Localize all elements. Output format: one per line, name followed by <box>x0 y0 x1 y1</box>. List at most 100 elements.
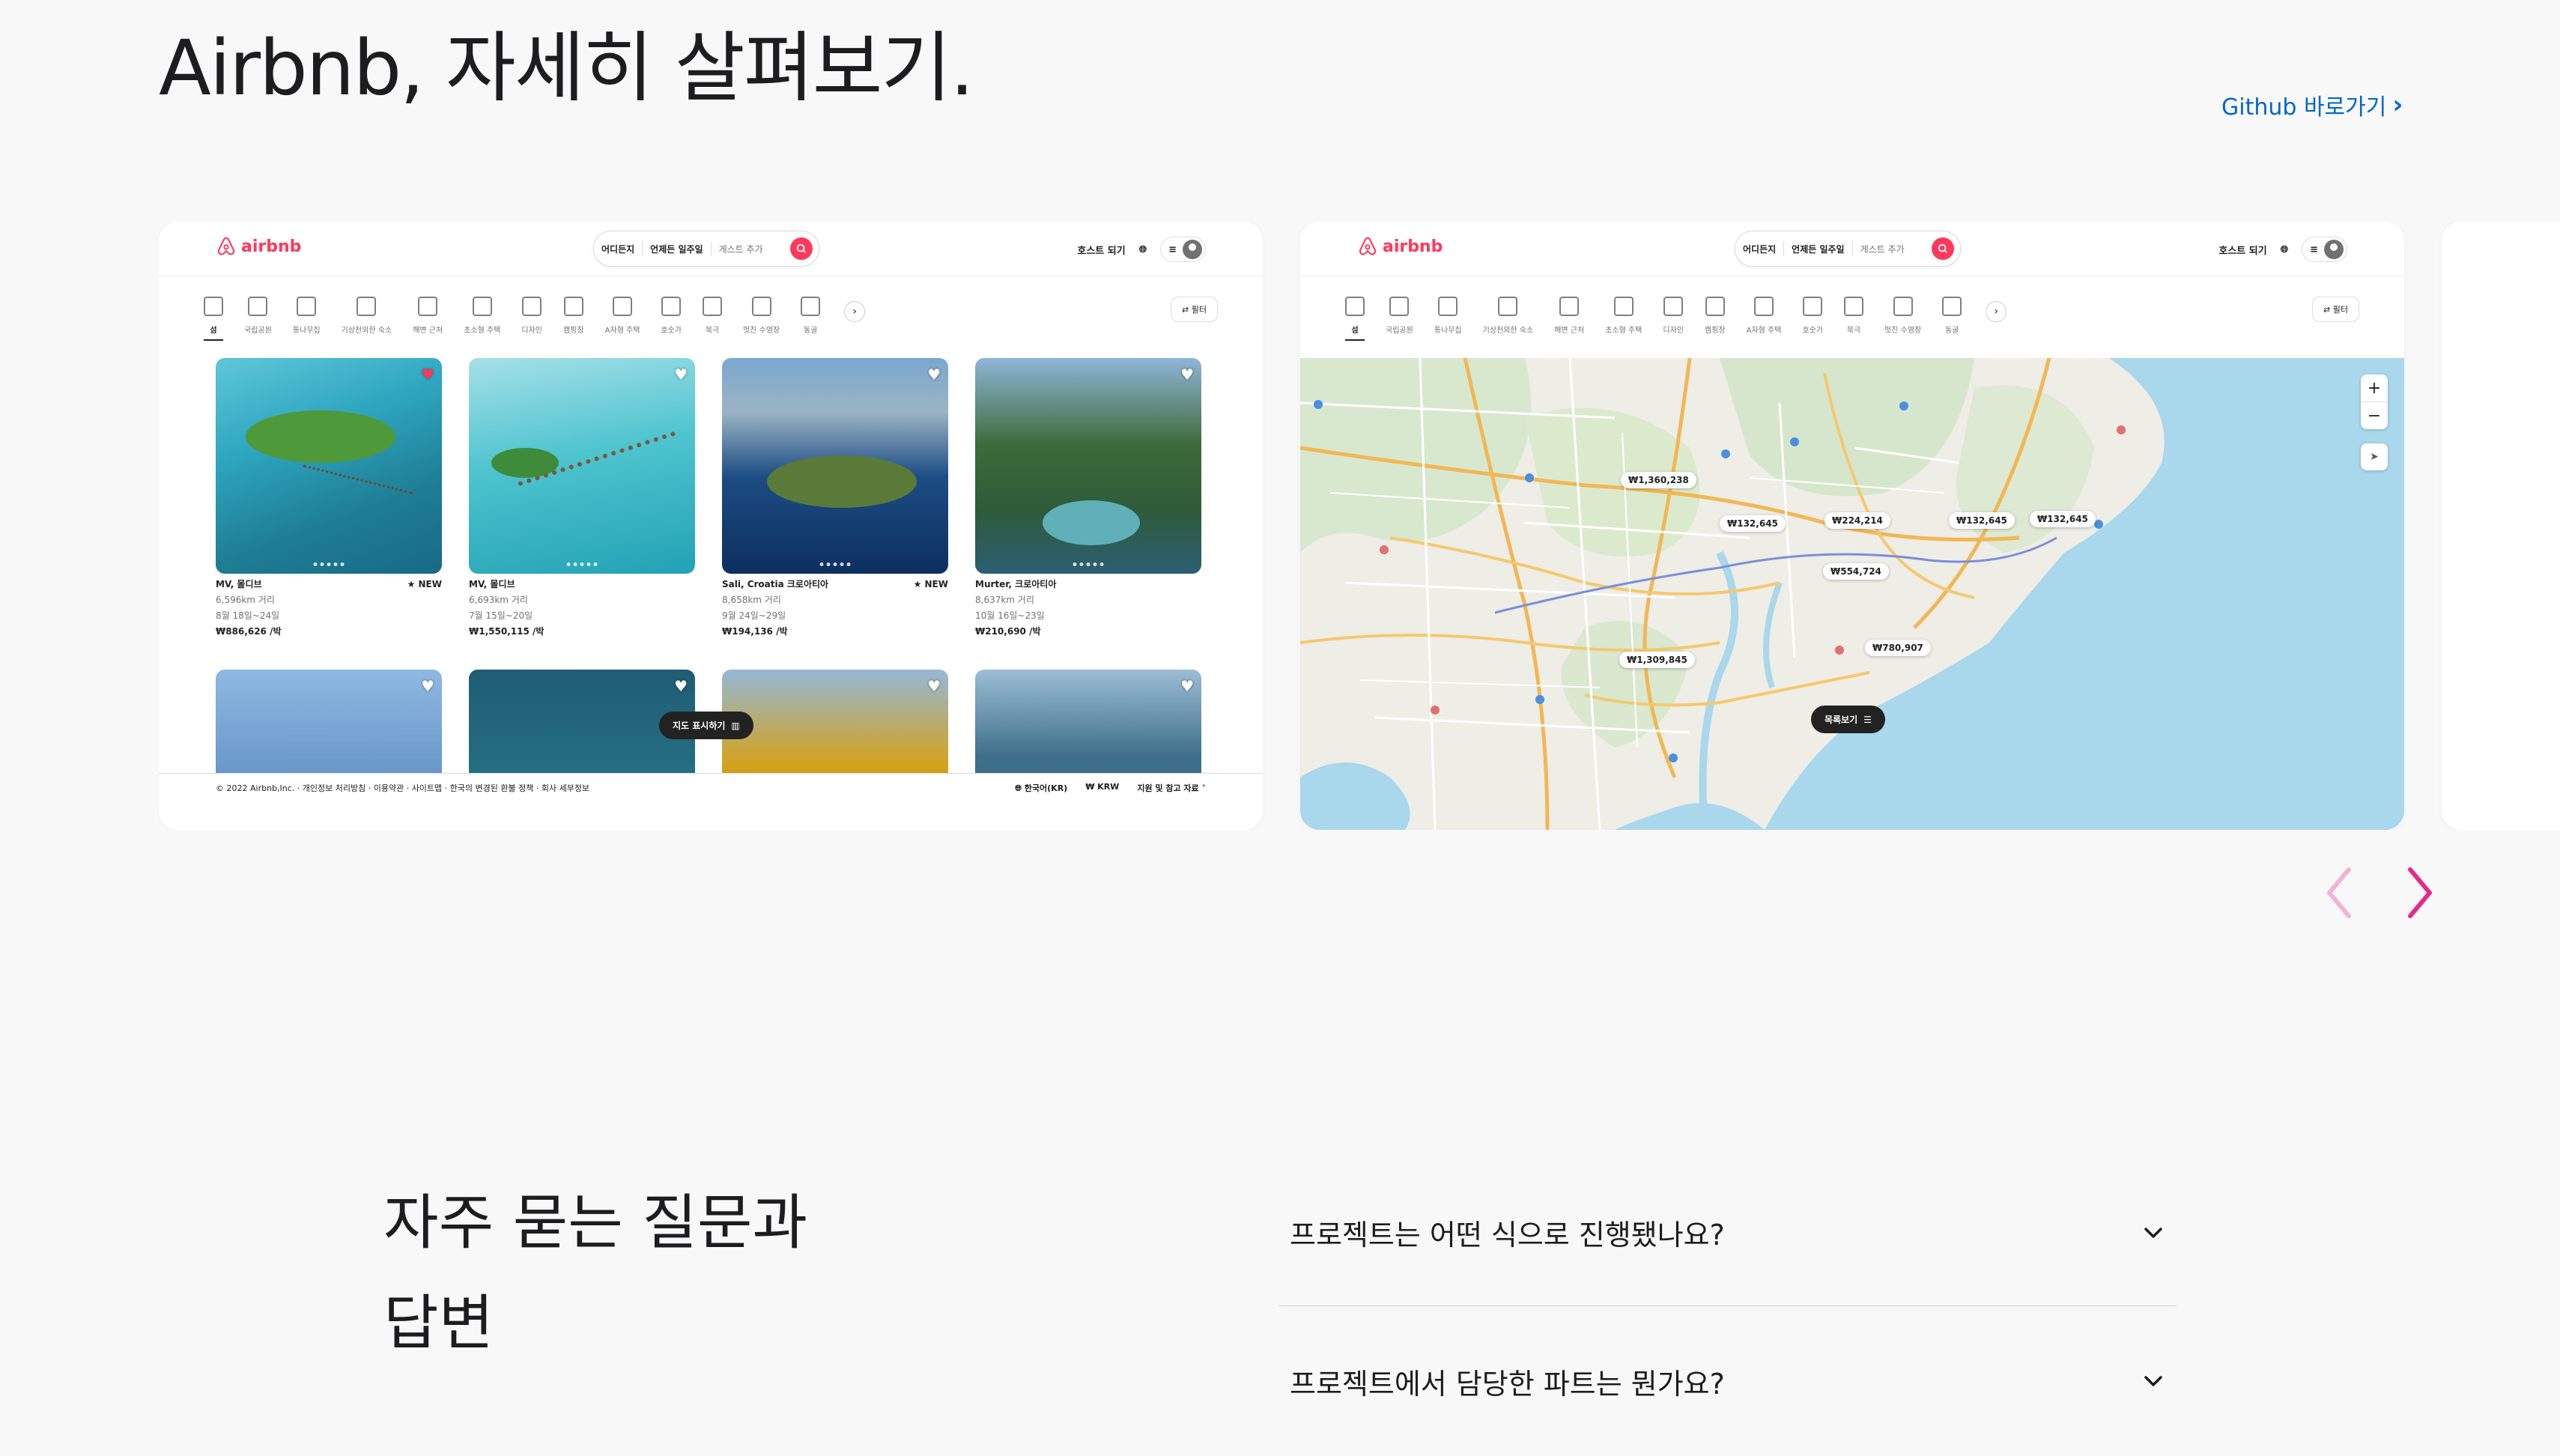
heart-icon: ♥ <box>1180 365 1194 383</box>
carousel-next-button[interactable] <box>2397 861 2442 924</box>
category-item: 통나무집 <box>293 297 321 335</box>
avatar <box>1183 240 1202 259</box>
user-menu: ≡ <box>1160 237 1206 262</box>
chevron-right-icon: › <box>844 301 866 322</box>
search-when: 언제든 일주일 <box>1792 243 1845 255</box>
category-icon <box>801 297 821 316</box>
listing-badge: ★ NEW <box>407 579 442 589</box>
category-icon <box>1942 297 1962 316</box>
heart-icon: ♥ <box>674 677 688 695</box>
listing-photo: ♥ <box>469 358 695 574</box>
host-link: 호스트 되기 <box>2218 245 2267 257</box>
chevron-down-icon <box>2141 1220 2166 1246</box>
category-item: 동굴 <box>1942 297 1962 335</box>
map-price-marker: ₩132,645 <box>2030 511 2096 527</box>
listing-photo: ♥ <box>722 358 948 574</box>
faq-question: 프로젝트에서 담당한 파트는 뭔가요? <box>1290 1367 1725 1401</box>
category-item: 북극 <box>1844 297 1864 335</box>
category-bar: 섬 국립공원 통나무집 기상천외한 숙소 해변 근처 초소형 주택 디자인 캠핑… <box>204 297 1218 349</box>
chevron-right-icon: › <box>2392 90 2403 120</box>
map-toggle-button: 지도 표시하기 ▥ <box>659 712 753 739</box>
listing-card: ♥ Sali, Croatia 크로아티아 ★ NEW 8,658km 거리 9월… <box>722 358 948 640</box>
carousel-slide-next-peek[interactable] <box>2442 222 2560 830</box>
airbnb-logo-text: airbnb <box>1383 237 1443 256</box>
category-icon <box>1663 297 1684 316</box>
category-icon <box>418 297 438 316</box>
search-icon <box>790 237 813 260</box>
heart-icon: ♥ <box>674 365 688 383</box>
map-view: ₩1,360,238 ₩132,645 ₩224,214 ₩132,645 ₩1… <box>1300 358 2404 830</box>
search-where: 어디든지 <box>1743 243 1777 255</box>
carousel-prev-button[interactable] <box>2317 861 2362 924</box>
carousel-slide-listings[interactable]: airbnb 어디든지 언제든 일주일 게스트 추가 호스트 되기 🌐︎ ≡ 섬… <box>159 222 1263 830</box>
category-item: 해변 근처 <box>413 297 443 335</box>
carousel-slide-map[interactable]: airbnb 어디든지 언제든 일주일 게스트 추가 호스트 되기 🌐︎ ≡ 섬… <box>1300 222 2404 830</box>
footer-support: 지원 및 참고 자료 ˄ <box>1137 783 1206 793</box>
hamburger-icon: ≡ <box>1168 243 1177 255</box>
airbnb-logo-icon <box>1359 237 1377 255</box>
category-icon <box>472 297 492 316</box>
footer-currency: ₩ KRW <box>1085 782 1120 792</box>
category-item: 호숫가 <box>661 297 682 335</box>
search-guests: 게스트 추가 <box>1860 243 1905 255</box>
listing-dates: 9월 24일~29일 <box>722 610 786 621</box>
category-icon <box>703 297 723 316</box>
airbnb-header-right: 호스트 되기 🌐︎ ≡ <box>2218 237 2347 262</box>
chevron-right-icon <box>2408 867 2432 918</box>
map-price-marker: ₩1,360,238 <box>1621 472 1696 488</box>
globe-icon: 🌐︎ <box>2280 243 2289 255</box>
category-item: 초소형 주택 <box>464 297 500 335</box>
faq-item[interactable]: 프로젝트에서 담당한 파트는 뭔가요? <box>1279 1306 2177 1456</box>
category-icon <box>1893 297 1913 316</box>
listing-title: MV, 몰디브 <box>469 579 515 589</box>
map-price-marker: ₩780,907 <box>1865 640 1931 656</box>
search-guests: 게스트 추가 <box>718 243 763 255</box>
github-link[interactable]: Github 바로가기 › <box>2221 88 2403 121</box>
category-icon <box>297 297 317 316</box>
airbnb-header-right: 호스트 되기 🌐︎ ≡ <box>1077 237 1206 262</box>
listing-price: ₩194,136 /박 <box>722 626 788 637</box>
airbnb-logo: airbnb <box>216 235 301 258</box>
chevron-left-icon <box>2327 867 2351 918</box>
category-item: 멋진 수영장 <box>743 297 780 335</box>
airbnb-header: airbnb 어디든지 언제든 일주일 게스트 추가 호스트 되기 🌐︎ ≡ <box>1300 222 2404 276</box>
listing-title: MV, 몰디브 <box>216 579 262 589</box>
github-link-label: Github 바로가기 <box>2221 94 2387 121</box>
category-item: A자형 주택 <box>605 297 640 335</box>
faq-heading-line2: 답변 <box>383 1288 494 1358</box>
airbnb-logo-text: airbnb <box>241 237 302 256</box>
category-item: 멋진 수영장 <box>1884 297 1921 335</box>
search-icon <box>1932 237 1954 260</box>
map-zoom-control: + − <box>2361 374 2388 429</box>
listing-price: ₩886,626 /박 <box>216 626 282 637</box>
hamburger-icon: ≡ <box>2310 243 2318 255</box>
map-price-marker: ₩132,645 <box>1949 512 2015 529</box>
listing-distance: 8,637km 거리 <box>975 595 1034 605</box>
category-item: 동굴 <box>801 297 821 335</box>
listing-card: ♥ MV, 몰디브 ★ NEW 6,596km 거리 8월 18일~24일 ₩88… <box>216 358 442 640</box>
airbnb-logo-icon <box>217 237 235 255</box>
category-item: A자형 주택 <box>1747 297 1781 335</box>
list-icon: ☰ <box>1863 714 1872 725</box>
category-icon <box>563 297 583 316</box>
map-background <box>1300 358 2404 830</box>
globe-icon: 🌐︎ <box>1138 243 1147 255</box>
category-item: 기상천외한 숙소 <box>342 297 392 335</box>
heart-icon: ♥ <box>927 365 941 383</box>
category-icon <box>613 297 633 316</box>
filter-button: ⇄ 필터 <box>2312 297 2359 322</box>
heart-icon: ♥ <box>1180 677 1194 695</box>
listing-price: ₩1,550,115 /박 <box>469 626 545 637</box>
category-item: 디자인 <box>1663 297 1684 335</box>
category-bar: 섬 국립공원 통나무집 기상천외한 숙소 해변 근처 초소형 주택 디자인 캠핑… <box>1345 297 2359 349</box>
category-item: 국립공원 <box>1386 297 1413 335</box>
map-price-marker: ₩554,724 <box>1823 563 1889 580</box>
listing-card: ♥ Murter, 크로아티아 8,637km 거리 10월 16일~23일 ₩… <box>975 358 1201 640</box>
faq-item[interactable]: 프로젝트는 어떤 식으로 진행됐나요? <box>1279 1159 2177 1306</box>
footer-links: © 2022 Airbnb,Inc. · 개인정보 처리방침 · 이용약관 · … <box>216 783 590 793</box>
faq-heading: 자주 묻는 질문과 답변 <box>383 1173 807 1374</box>
user-menu: ≡ <box>2302 237 2347 262</box>
listing-title: Sali, Croatia 크로아티아 <box>722 579 829 589</box>
category-icon <box>1754 297 1774 316</box>
category-icon <box>522 297 542 316</box>
